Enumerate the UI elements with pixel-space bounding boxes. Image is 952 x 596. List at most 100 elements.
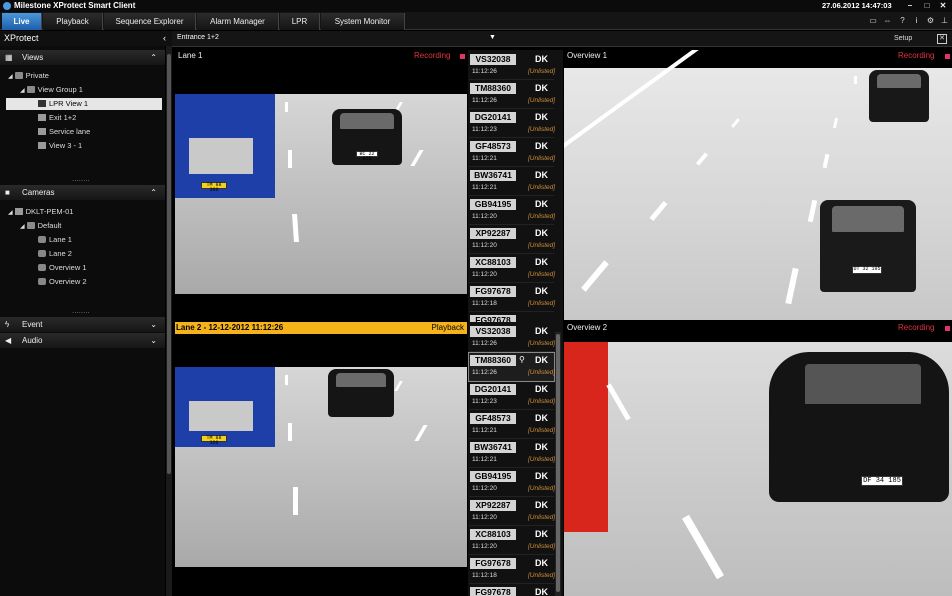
- chevron-up-icon[interactable]: ⌃: [150, 50, 157, 65]
- lpr-list-item[interactable]: DG20141 DK 11:12:23 [Unlisted]: [469, 382, 555, 410]
- view-selector[interactable]: Entrance 1+2: [177, 34, 219, 41]
- tab-system-monitor[interactable]: System Monitor: [321, 13, 405, 30]
- tree-item-overview-2[interactable]: Overview 2: [38, 276, 87, 288]
- lpr-list-item[interactable]: VS32038 DK 11:12:26 [Unlisted]: [469, 324, 555, 352]
- license-plate: VS32038: [470, 326, 516, 337]
- license-plate: FG97678: [470, 558, 516, 569]
- lpr-list-item[interactable]: DG20141 DK 11:12:23 [Unlisted]: [469, 110, 555, 138]
- tree-item-default[interactable]: ◢ Default: [20, 220, 61, 232]
- license-plate: BW36741: [470, 442, 516, 453]
- tree-item-service-lane[interactable]: Service lane: [38, 126, 90, 138]
- tab-sequence-explorer[interactable]: Sequence Explorer: [104, 13, 196, 30]
- event-panel-header[interactable]: ϟ Event ⌄: [0, 317, 165, 332]
- detection-time: 11:12:20: [472, 242, 497, 249]
- tree-item-lane-2[interactable]: Lane 2: [38, 248, 72, 260]
- lpr-list-item[interactable]: GB94195 DK 11:12:20 [Unlisted]: [469, 197, 555, 225]
- cameras-panel-header[interactable]: ■ Cameras ⌃: [0, 185, 165, 200]
- pin-icon[interactable]: ⊥: [940, 16, 949, 25]
- screen-icon[interactable]: ▭: [868, 16, 878, 25]
- tab-playback[interactable]: Playback: [43, 13, 103, 30]
- collapse-sidebar-icon[interactable]: ‹: [163, 31, 166, 46]
- setup-button[interactable]: Setup: [894, 35, 912, 42]
- lpr-list-item[interactable]: TM88360 DK 11:12:26 [Unlisted]: [469, 81, 555, 109]
- magnifier-icon[interactable]: ⚲: [519, 355, 525, 364]
- maximize-icon[interactable]: □: [922, 1, 932, 11]
- country-code: DK: [535, 558, 548, 568]
- scrollbar-thumb[interactable]: [167, 54, 171, 474]
- sidebar-scrollbar[interactable]: [166, 46, 172, 596]
- camera-overview-1[interactable]: Overview 1 Recording DT 32 195: [564, 50, 952, 320]
- maximize-view-icon[interactable]: ✕: [937, 34, 947, 44]
- lpr-list-item[interactable]: XP92287 DK 11:12:20 [Unlisted]: [469, 226, 555, 254]
- chevron-down-icon[interactable]: ⌄: [150, 333, 157, 348]
- lpr-scrollbar[interactable]: [555, 332, 561, 596]
- lpr-list-item[interactable]: BW36741 DK 11:12:21 [Unlisted]: [469, 440, 555, 468]
- lpr-list-item[interactable]: XC88103 DK 11:12:20 [Unlisted]: [469, 255, 555, 283]
- chevron-down-icon[interactable]: ⌄: [150, 317, 157, 332]
- license-plate: XP92287: [470, 500, 516, 511]
- truck: TM 88 360: [175, 367, 275, 447]
- clock: 27.06.2012 14:47:03: [822, 1, 892, 10]
- license-plate: GF48573: [470, 413, 516, 424]
- camera-overview-2[interactable]: Overview 2 Recording DF 34 185: [564, 322, 952, 596]
- lane-marking: [785, 267, 799, 305]
- gear-icon[interactable]: ⚙: [926, 16, 935, 25]
- tree-item-server[interactable]: ◢ DKLT-PEM-01: [8, 206, 73, 218]
- lpr-list-item[interactable]: XC88103 DK 11:12:20 [Unlisted]: [469, 527, 555, 555]
- lpr-list-item[interactable]: FG97678 DK 11:12:18 [Unlisted]: [469, 556, 555, 584]
- info-icon[interactable]: i: [912, 16, 921, 25]
- lane-marking: [285, 102, 288, 112]
- country-code: DK: [535, 413, 548, 423]
- lpr-list-item[interactable]: TM88360 DK 11:12:26 [Unlisted] ⚲: [468, 352, 555, 382]
- tree-item-overview-1[interactable]: Overview 1: [38, 262, 87, 274]
- help-icon[interactable]: ?: [898, 16, 907, 25]
- chevron-up-icon[interactable]: ⌃: [150, 185, 157, 200]
- lpr-list-item[interactable]: GF48573 DK 11:12:21 [Unlisted]: [469, 411, 555, 439]
- lpr-list-item[interactable]: XP92287 DK 11:12:20 [Unlisted]: [469, 498, 555, 526]
- tab-live[interactable]: Live: [2, 13, 42, 30]
- recording-status: Recording: [898, 323, 935, 332]
- country-code: DK: [535, 54, 548, 64]
- resize-handle[interactable]: ........: [72, 306, 90, 315]
- tree-item-private[interactable]: ◢ Private: [8, 70, 49, 82]
- tab-alarm-manager[interactable]: Alarm Manager: [197, 13, 279, 30]
- license-plate: XP92287: [470, 228, 516, 239]
- grid-icon: ▦: [5, 53, 13, 62]
- camera-label: Overview 1: [567, 51, 608, 60]
- tree-item-lpr-view-1[interactable]: LPR View 1: [6, 98, 162, 110]
- red-vehicle: [564, 342, 608, 532]
- camera-lane-1[interactable]: Lane 1 Recording TM 88 360 BC 22 025: [175, 50, 467, 320]
- tree-item-view-group-1[interactable]: ◢ View Group 1: [20, 84, 83, 96]
- match-status: [Unlisted]: [528, 184, 556, 191]
- lane-marking: [414, 425, 428, 441]
- country-code: DK: [535, 384, 548, 394]
- resize-handle[interactable]: ........: [72, 174, 90, 183]
- tab-lpr[interactable]: LPR: [280, 13, 320, 30]
- match-status: [Unlisted]: [528, 300, 556, 307]
- camera-lane-2[interactable]: TM 88 360: [175, 334, 467, 596]
- views-panel-header[interactable]: ▦ Views ⌃: [0, 50, 165, 65]
- lpr-list-item[interactable]: FG97678 DK 11:12:18 [Unlisted]: [469, 284, 556, 312]
- lpr-list-item[interactable]: FG97678 DK: [469, 585, 554, 596]
- close-icon[interactable]: ✕: [938, 1, 948, 11]
- audio-panel-header[interactable]: ◀ Audio ⌄: [0, 333, 165, 348]
- tree-item-view-3-1[interactable]: View 3 - 1: [38, 140, 82, 152]
- lpr-list-item[interactable]: FG97678: [469, 313, 554, 322]
- lpr-list-item[interactable]: GB94195 DK 11:12:20 [Unlisted]: [469, 469, 555, 497]
- lane-marking: [807, 199, 818, 223]
- camera-label: Lane 2 - 12-12-2012 11:12:26: [176, 323, 284, 332]
- sync-icon[interactable]: ⇔: [883, 16, 892, 25]
- tree-item-lane-1[interactable]: Lane 1: [38, 234, 72, 246]
- lpr-list-item[interactable]: VS32038 DK 11:12:26 [Unlisted]: [469, 52, 555, 80]
- lpr-list-item[interactable]: BW36741 DK 11:12:21 [Unlisted]: [469, 168, 556, 196]
- scrollbar-thumb[interactable]: [556, 334, 560, 592]
- sidebar-title: XProtect: [4, 33, 39, 43]
- minimize-icon[interactable]: –: [905, 1, 915, 11]
- dropdown-arrow-icon[interactable]: ▼: [489, 34, 496, 41]
- car-plate: DF 34 185: [861, 476, 903, 486]
- country-code: DK: [535, 141, 548, 151]
- lpr-list-item[interactable]: GF48573 DK 11:12:21 [Unlisted]: [469, 139, 555, 167]
- folder-icon: [26, 222, 35, 229]
- car: [869, 70, 929, 122]
- tree-item-exit-1-2[interactable]: Exit 1+2: [38, 112, 76, 124]
